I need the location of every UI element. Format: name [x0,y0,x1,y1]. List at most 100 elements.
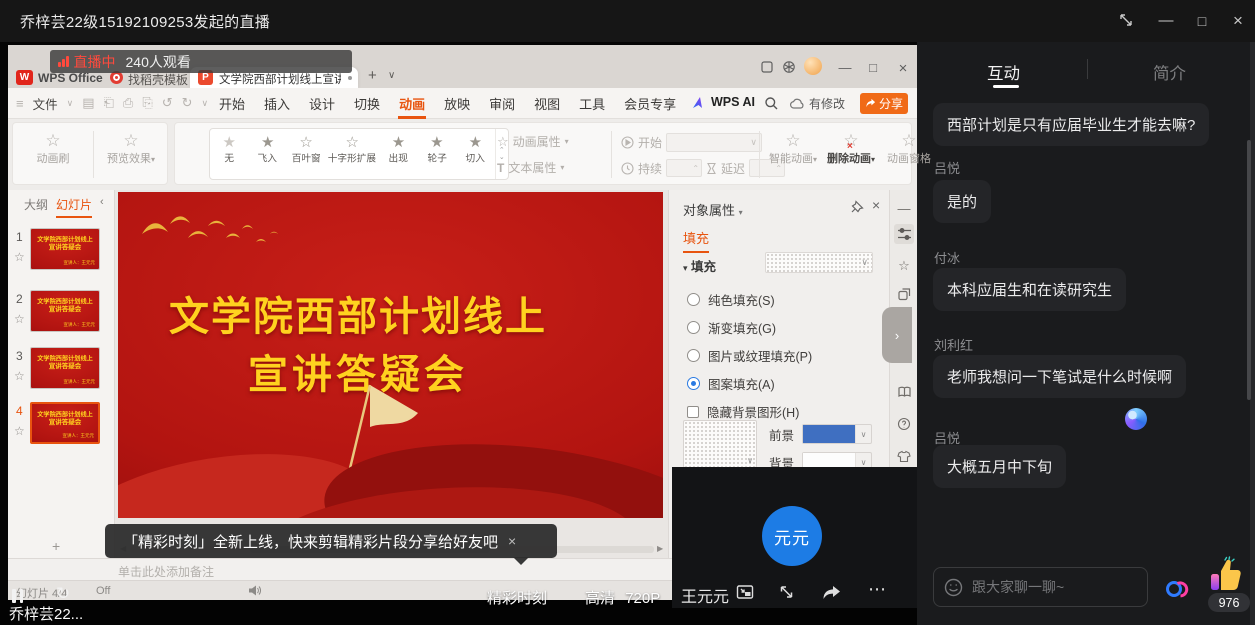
hscroll-right-arrow[interactable]: ▶ [657,544,663,553]
share-button[interactable]: 分享 [860,93,908,114]
animation-property-button[interactable]: ☆ 动画属性 ▾ [497,133,569,150]
apps-cube-icon[interactable] [782,60,800,74]
slide-thumbnail-1[interactable]: 文学院西部计划线上宣讲答疑会宣讲人：王元元 [30,228,100,270]
interactive-link-icon[interactable] [1164,575,1190,601]
new-slide-button[interactable]: + [52,538,60,554]
toast-close-icon[interactable]: × [508,533,516,549]
workspace-icon[interactable] [760,60,778,74]
redo-icon[interactable]: ↻ [182,95,193,111]
slide-star-icon[interactable]: ☆ [14,424,25,438]
forward-share-icon[interactable] [822,584,841,600]
effect-cut-in[interactable]: ★切入 [456,129,494,179]
foreground-color-dropdown[interactable]: ∨ [802,424,872,444]
effect-cross-expand[interactable]: ☆十字形扩展 [325,129,379,179]
toolbar-chevron-icon[interactable]: ∨ [202,98,209,109]
like-button[interactable] [1205,556,1243,594]
wps-restore-icon[interactable]: □ [864,60,882,75]
wps-minimize-icon[interactable]: — [836,60,854,75]
slide-star-icon[interactable]: ☆ [14,369,25,383]
smart-animation-button[interactable]: ☆ 智能动画▾ [765,132,821,166]
account-avatar[interactable] [804,57,822,75]
pattern-fill-option-selected[interactable]: 图案填充(A) [687,374,775,393]
slide-canvas[interactable]: 文学院西部计划线上 宣讲答疑会 宣讲人： 王元元 [118,192,663,518]
highlight-moments-button[interactable]: 精彩时刻 [487,587,547,608]
pattern-preview-dropdown[interactable]: ∨ [683,420,757,468]
tab-home[interactable]: 开始 [218,88,246,119]
speaker-icon[interactable] [248,584,262,597]
modified-status[interactable]: 有修改 [790,95,845,112]
start-dropdown[interactable]: ∨ [666,133,762,152]
tab-tools[interactable]: 工具 [578,88,606,119]
slide-thumbnail-3[interactable]: 文学院西部计划线上宣讲答疑会宣讲人：王元元 [30,347,100,389]
tab-transition[interactable]: 切换 [353,88,381,119]
tab-animation[interactable]: 动画 [398,88,426,119]
tab-view[interactable]: 视图 [533,88,561,119]
preview-icon[interactable]: ⎘ [142,95,152,111]
fill-style-dropdown[interactable]: ∨ [765,252,873,273]
solid-fill-option[interactable]: 纯色填充(S) [687,290,775,309]
collapse-rail-icon[interactable]: — [894,198,914,218]
slide-thumbnail-4-selected[interactable]: 文学院西部计划线上宣讲答疑会宣讲人：王元元 [30,402,100,444]
wardrobe-rail-icon[interactable] [894,446,914,466]
maximize-button[interactable]: □ [1192,12,1212,30]
tab-review[interactable]: 审阅 [488,88,516,119]
tab-member[interactable]: 会员专享 [623,88,677,119]
picture-fill-option[interactable]: 图片或纹理填充(P) [687,346,812,365]
hide-background-checkbox[interactable]: 隐藏背景图形(H) [687,402,799,421]
chat-scrollbar[interactable] [1247,140,1251,400]
collapse-panel-icon[interactable]: ‹ [100,196,104,208]
save-icon[interactable]: ▤ [82,95,94,111]
chat-input[interactable] [972,579,1122,595]
slides-tab[interactable]: 幻灯片 [56,196,92,218]
slide-thumbnail-2[interactable]: 文学院西部计划线上宣讲答疑会宣讲人：王元元 [30,290,100,332]
properties-rail-icon[interactable] [894,224,914,244]
tab-insert[interactable]: 插入 [263,88,291,119]
effect-wheel[interactable]: ★轮子 [418,129,456,179]
fill-section-header[interactable]: ▾ 填充 [683,256,716,275]
fill-tab[interactable]: 填充 [683,228,709,253]
file-menu[interactable]: 文件 [33,94,58,113]
pause-button[interactable] [12,589,23,603]
effect-fly-in[interactable]: ★飞入 [248,129,286,179]
gradient-fill-option[interactable]: 渐变填充(G) [687,318,776,337]
tab-design[interactable]: 设计 [308,88,336,119]
help-rail-icon[interactable] [894,414,914,434]
file-chevron-icon[interactable]: ∨ [67,98,74,109]
print-icon[interactable]: ⎙ [123,95,133,111]
docer-tab[interactable]: 找稻壳模板 [128,71,188,88]
minimize-button[interactable]: — [1156,12,1176,30]
slide-star-icon[interactable]: ☆ [14,250,25,264]
animation-brush-button[interactable]: ☆ 动画刷 [21,132,85,166]
tab-slideshow[interactable]: 放映 [443,88,471,119]
emoji-icon[interactable] [944,578,963,597]
tab-list-chevron-icon[interactable]: ∨ [388,70,395,81]
fullscreen-expand-icon[interactable] [778,584,795,600]
close-properties-icon[interactable]: × [872,197,880,213]
effect-none[interactable]: ★无 [210,129,248,179]
tab-introduction[interactable]: 简介 [1153,60,1186,84]
fullscreen-toggle-icon[interactable] [1118,12,1138,28]
output-icon[interactable]: ⎗ [104,95,114,111]
shapes-rail-icon[interactable] [894,284,914,304]
effect-blinds[interactable]: ☆百叶窗 [287,129,325,179]
wps-ai-button[interactable]: WPS AI [692,95,755,109]
effects-rail-icon[interactable]: ☆ [894,256,914,276]
tab-interaction[interactable]: 互动 [987,60,1020,84]
chat-input-bar[interactable] [933,567,1148,607]
new-tab-button[interactable]: + [368,67,377,84]
preview-effect-button[interactable]: ☆ 预览效果▾ [97,132,165,166]
more-options-icon[interactable]: ⋯ [868,579,886,600]
outline-tab[interactable]: 大纲 [24,196,48,213]
animation-pane-button[interactable]: ☆ 动画窗格 [883,132,935,166]
wps-close-icon[interactable]: × [894,60,912,77]
quality-selector[interactable]: 高清 720P [585,587,660,608]
delete-animation-button[interactable]: ☆× 删除动画▾ [823,132,879,166]
pin-icon[interactable] [851,200,864,213]
search-icon[interactable] [764,96,779,111]
refresh-button[interactable]: ↻ [56,584,70,604]
text-property-button[interactable]: T 文本属性 ▾ [497,159,564,176]
undo-icon[interactable]: ↺ [162,95,173,111]
close-button[interactable]: × [1228,12,1248,30]
duration-spinner[interactable]: ⌃ [666,159,702,177]
effect-appear[interactable]: ★出现 [379,129,417,179]
